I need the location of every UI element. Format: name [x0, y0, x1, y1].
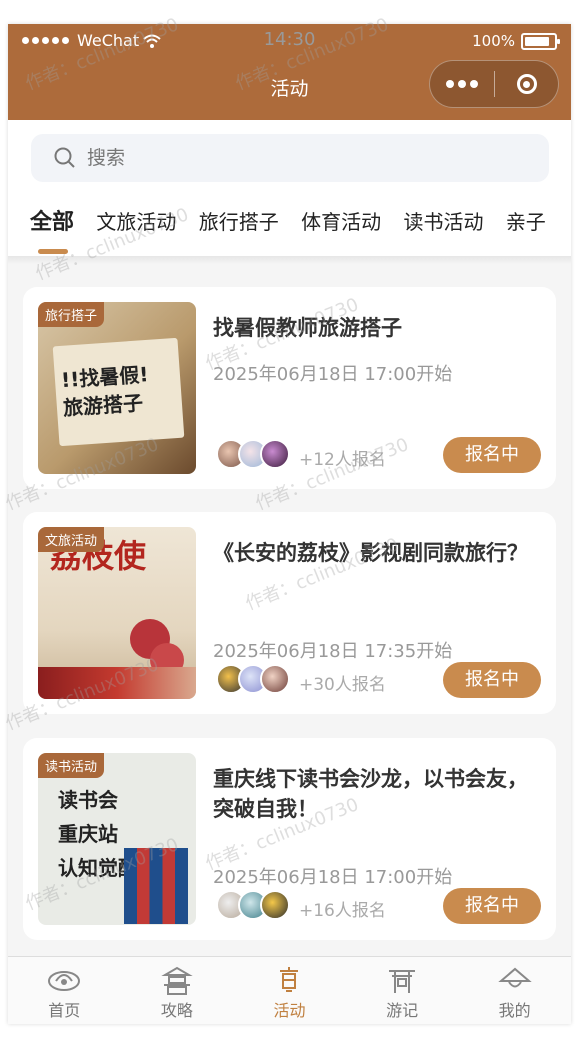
- activity-thumbnail: !!找暑假! 旅游搭子 旅行搭子: [38, 302, 196, 474]
- tabs-divider: [8, 256, 571, 264]
- signup-count: +16人报名: [299, 901, 386, 921]
- activity-card[interactable]: 读书会 重庆站 认知觉醒 读书活动 重庆线下读书会沙龙，以书会友，突破自我！ 2…: [23, 738, 556, 940]
- top-bar: WeChat 14:30 100% 活动: [8, 24, 571, 120]
- tabbar-label: 攻略: [160, 1001, 193, 1020]
- activity-thumbnail: 读书会 重庆站 认知觉醒 读书活动: [38, 753, 196, 925]
- tabbar-item-activities[interactable]: 活动: [233, 957, 346, 1024]
- tab-all[interactable]: 全部: [30, 204, 74, 236]
- avatar: [260, 439, 290, 469]
- more-menu-button[interactable]: [430, 80, 494, 88]
- tabbar-label: 首页: [48, 1001, 81, 1020]
- phone-frame: WeChat 14:30 100% 活动 全部 文旅活动 旅行搭子 体育活动 读…: [8, 24, 571, 1024]
- tab-culture-travel[interactable]: 文旅活动: [96, 206, 176, 235]
- thumbnail-text: !!找暑假! 旅游搭子: [60, 362, 150, 421]
- activity-time: 2025年06月18日 17:00开始: [213, 867, 453, 888]
- road-decor: [38, 667, 196, 699]
- battery-label: 100%: [472, 32, 515, 50]
- search-input[interactable]: [85, 146, 509, 170]
- target-icon: [516, 74, 537, 94]
- category-tabs: 全部 文旅活动 旅行搭子 体育活动 读书活动 亲子: [30, 204, 562, 236]
- activity-card[interactable]: 荔枝使 文旅活动 《长安的荔枝》影视剧同款旅行？ 2025年06月18日 17:…: [23, 512, 556, 714]
- search-box[interactable]: [31, 134, 549, 182]
- gate-icon: [389, 970, 416, 993]
- category-tag: 文旅活动: [38, 527, 105, 552]
- status-bar: WeChat 14:30 100%: [8, 24, 571, 58]
- activity-thumbnail: 荔枝使 文旅活动: [38, 527, 196, 699]
- tabbar-label: 游记: [386, 1001, 419, 1020]
- home-hat-icon: [48, 971, 81, 991]
- search-section: 全部 文旅活动 旅行搭子 体育活动 读书活动 亲子: [8, 120, 571, 256]
- battery-icon: [521, 32, 560, 50]
- participant-avatars: [216, 890, 290, 920]
- lantern-icon: [280, 967, 299, 992]
- bamboo-hat-icon: [497, 967, 532, 988]
- tabbar-item-home[interactable]: 首页: [8, 957, 121, 1024]
- tabbar-item-profile[interactable]: 我的: [458, 957, 571, 1024]
- activity-title: 《长安的荔枝》影视剧同款旅行？: [213, 541, 528, 565]
- book-cover-decor: [124, 848, 188, 924]
- participant-avatars: [216, 439, 290, 469]
- avatar: [260, 890, 290, 920]
- signup-count: +12人报名: [299, 450, 386, 470]
- active-tab-indicator: [38, 249, 68, 254]
- tabbar-item-guide[interactable]: 攻略: [121, 957, 234, 1024]
- category-tag: 旅行搭子: [38, 302, 105, 327]
- bottom-tab-bar: 首页 攻略 活动 游记 我的: [8, 956, 571, 1024]
- tab-sports[interactable]: 体育活动: [301, 206, 381, 235]
- tabbar-label: 活动: [273, 1001, 306, 1020]
- signup-button[interactable]: 报名中: [443, 437, 541, 473]
- activity-title: 找暑假教师旅游搭子: [213, 316, 402, 340]
- status-right: 100%: [472, 32, 560, 50]
- tab-travel-buddy[interactable]: 旅行搭子: [199, 206, 279, 235]
- activity-time: 2025年06月18日 17:00开始: [213, 364, 453, 385]
- tab-parent-child[interactable]: 亲子: [506, 206, 546, 235]
- close-miniapp-button[interactable]: [495, 74, 558, 94]
- tabbar-item-travelogue[interactable]: 游记: [346, 957, 459, 1024]
- activity-title: 重庆线下读书会沙龙，以书会友，突破自我！: [213, 767, 528, 821]
- activity-card[interactable]: !!找暑假! 旅游搭子 旅行搭子 找暑假教师旅游搭子 2025年06月18日 1…: [23, 287, 556, 489]
- avatar: [260, 664, 290, 694]
- tab-reading[interactable]: 读书活动: [403, 206, 483, 235]
- signup-count: +30人报名: [299, 675, 386, 695]
- category-tag: 读书活动: [38, 753, 105, 778]
- pagoda-icon: [161, 966, 193, 995]
- search-icon: [54, 147, 75, 168]
- miniapp-capsule: [429, 60, 559, 108]
- signup-button[interactable]: 报名中: [443, 888, 541, 924]
- participant-avatars: [216, 664, 290, 694]
- tabbar-label: 我的: [498, 1001, 531, 1020]
- signup-button[interactable]: 报名中: [443, 662, 541, 698]
- activity-time: 2025年06月18日 17:35开始: [213, 641, 453, 662]
